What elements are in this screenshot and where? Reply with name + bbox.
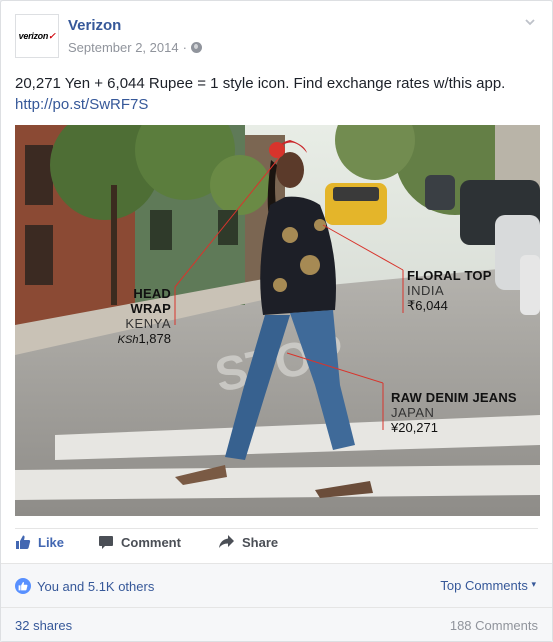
actions-divider [15, 528, 538, 529]
comments-count[interactable]: 188 Comments [450, 618, 538, 633]
tag-head-wrap: HEAD WRAP KENYA KSh1,878 [91, 286, 171, 348]
like-reaction-icon [15, 578, 31, 594]
tag-country: INDIA [407, 283, 445, 298]
comment-sort-dropdown[interactable]: Top Comments ▾ [440, 578, 536, 593]
chevron-down-icon[interactable] [524, 16, 536, 28]
reactions-bar: You and 5.1K others Top Comments ▾ [1, 563, 552, 607]
post-card: verizon✓ Verizon September 2, 2014 · 20,… [0, 0, 553, 642]
post-photo[interactable]: STOP HEAD WRAP KENYA KSh1,878 FLORAL TOP… [15, 125, 540, 516]
share-icon [219, 535, 234, 548]
shares-count[interactable]: 32 shares [15, 618, 72, 633]
post-meta: September 2, 2014 · [68, 40, 202, 55]
share-button[interactable]: Share [218, 534, 278, 550]
like-button[interactable]: Like [15, 534, 64, 550]
tag-title: HEAD WRAP [130, 286, 171, 316]
tag-country: KENYA [125, 316, 171, 331]
page-avatar[interactable]: verizon✓ [15, 14, 59, 58]
chevron-down-icon: ▾ [531, 579, 536, 589]
tag-title: RAW DENIM JEANS [391, 390, 517, 405]
post-link[interactable]: http://po.st/SwRF7S [15, 94, 540, 115]
tag-price: ₹6,044 [407, 298, 448, 313]
share-label: Share [242, 534, 279, 550]
post-actions: Like Comment Share [15, 534, 540, 560]
meta-separator: · [182, 40, 187, 55]
like-label: Like [38, 534, 65, 550]
post-message: 20,271 Yen + 6,044 Rupee = 1 style icon.… [15, 73, 540, 115]
tag-title: FLORAL TOP [407, 268, 492, 283]
post-date[interactable]: September 2, 2014 [68, 40, 179, 55]
likes-text: You and 5.1K others [37, 578, 155, 594]
tag-price: KSh1,878 [117, 331, 171, 346]
post-header: verizon✓ Verizon September 2, 2014 · [15, 14, 538, 62]
globe-icon [190, 42, 202, 53]
tag-price: ¥20,271 [391, 420, 438, 435]
thumbs-up-icon [16, 535, 31, 549]
sort-label: Top Comments [440, 578, 528, 593]
comment-label: Comment [121, 534, 181, 550]
verizon-logo: verizon✓ [18, 30, 56, 41]
tag-raw-denim-jeans: RAW DENIM JEANS JAPAN ¥20,271 [391, 390, 517, 435]
likes-summary[interactable]: You and 5.1K others [15, 578, 154, 594]
comment-button[interactable]: Comment [98, 534, 181, 550]
tag-floral-top: FLORAL TOP INDIA ₹6,044 [407, 268, 492, 313]
tag-country: JAPAN [391, 405, 435, 420]
stats-bar: 32 shares 188 Comments [1, 607, 552, 641]
post-text: 20,271 Yen + 6,044 Rupee = 1 style icon.… [15, 75, 506, 92]
comment-icon [99, 536, 113, 549]
page-name[interactable]: Verizon [68, 17, 121, 34]
